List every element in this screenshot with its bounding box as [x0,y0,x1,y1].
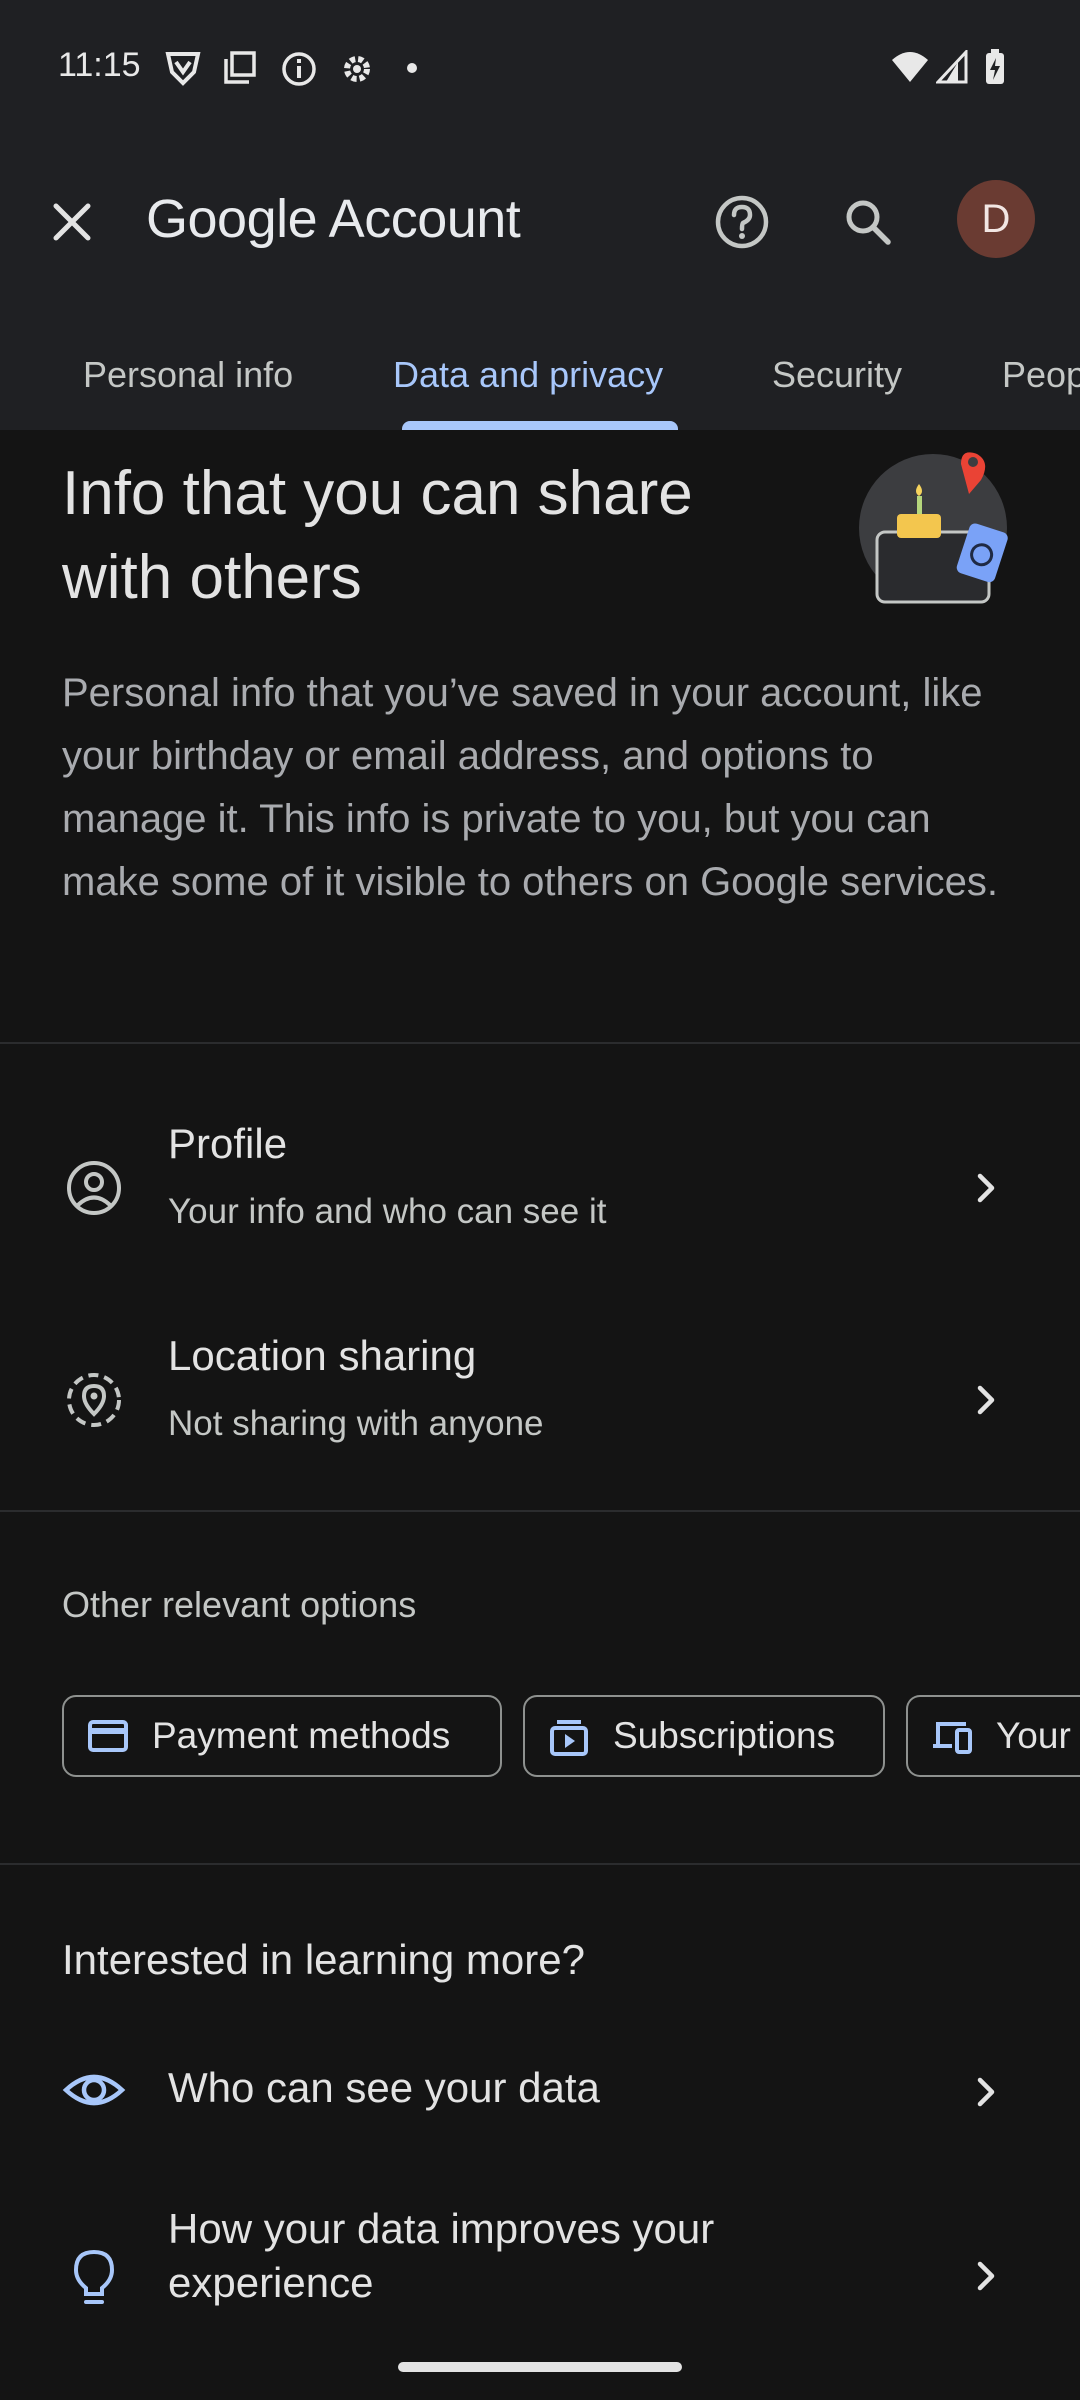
status-time: 11:15 [58,46,141,84]
tab-bar: Personal info Data and privacy Security … [0,340,1080,430]
list-item-title: Profile [168,1120,288,1167]
list-item-location-sharing[interactable]: Location sharing Not sharing with anyone [0,1332,1080,1522]
list-item-who-can-see-your-data[interactable]: Who can see your data [0,2048,1080,2168]
chip-label: Subscriptions [613,1715,836,1756]
settings-icon [344,56,370,82]
tab-people[interactable]: Peop [1002,354,1080,396]
chevron-right-icon [977,1173,995,1203]
list-item-how-data-improves-experience[interactable]: How your data improves your experience [0,2202,1080,2362]
list-item-subtitle: Not sharing with anyone [168,1404,544,1443]
divider [0,1510,1080,1512]
divider [0,1042,1080,1044]
location-sharing-icon [67,1373,121,1427]
chevron-right-icon [977,2261,995,2291]
screencast-icon [224,51,256,84]
app-bar: Google Account D Personal info Data and … [0,140,1080,430]
search-icon[interactable] [836,190,900,254]
list-item-title: How your data improves your experience [168,2205,715,2306]
divider [0,1863,1080,1865]
wifi-icon [892,52,928,82]
list-item-title: Who can see your data [168,2064,600,2111]
chip-subscriptions[interactable]: Subscriptions [523,1695,885,1777]
chip-label: Payment methods [152,1715,451,1756]
account-circle-icon [67,1161,121,1215]
subscriptions-icon [550,1720,588,1756]
credit-card-icon [88,1720,128,1752]
tab-security[interactable]: Security [772,354,902,396]
page-title: Info that you can share with others [62,459,693,612]
help-icon[interactable] [710,190,774,254]
list-item-profile[interactable]: Profile Your info and who can see it [0,1120,1080,1310]
list-item-title: Location sharing [168,1332,477,1379]
app-title: Google Account [146,188,521,250]
share-info-illustration [859,452,1008,604]
lightbulb-icon [73,2249,115,2304]
list-item-subtitle: Your info and who can see it [168,1192,607,1231]
tab-personal-info[interactable]: Personal info [83,354,293,396]
google-logo-text: Google [146,189,318,249]
section-label: Other relevant options [62,1584,417,1625]
page-description: Personal info that you’ve saved in your … [62,671,998,904]
chip-your-devices[interactable]: Your [906,1695,1080,1777]
signal-icon [936,50,968,84]
tab-data-and-privacy[interactable]: Data and privacy [393,354,663,396]
screen: 11:15 Google Account D Personal info Dat… [0,0,1080,2400]
main-content: Info that you can share with others Pers… [0,430,1080,2400]
home-indicator[interactable] [398,2362,682,2372]
eye-icon [62,2074,126,2106]
chip-payment-methods[interactable]: Payment methods [62,1695,502,1777]
app-title-suffix: Account [328,189,521,249]
close-icon[interactable] [40,190,104,254]
chevron-right-icon [977,1385,995,1415]
learn-more-title: Interested in learning more? [62,1936,585,1983]
status-bar: 11:15 [0,0,1080,140]
vpn-shield-icon [165,52,201,86]
avatar[interactable]: D [957,180,1035,258]
battery-charging-icon [986,49,1004,84]
chevron-right-icon [977,2077,995,2107]
devices-icon [933,1722,972,1754]
active-tab-indicator [402,421,678,430]
dot-icon [407,63,417,73]
info-icon [282,52,316,86]
chip-label: Your [996,1715,1071,1756]
